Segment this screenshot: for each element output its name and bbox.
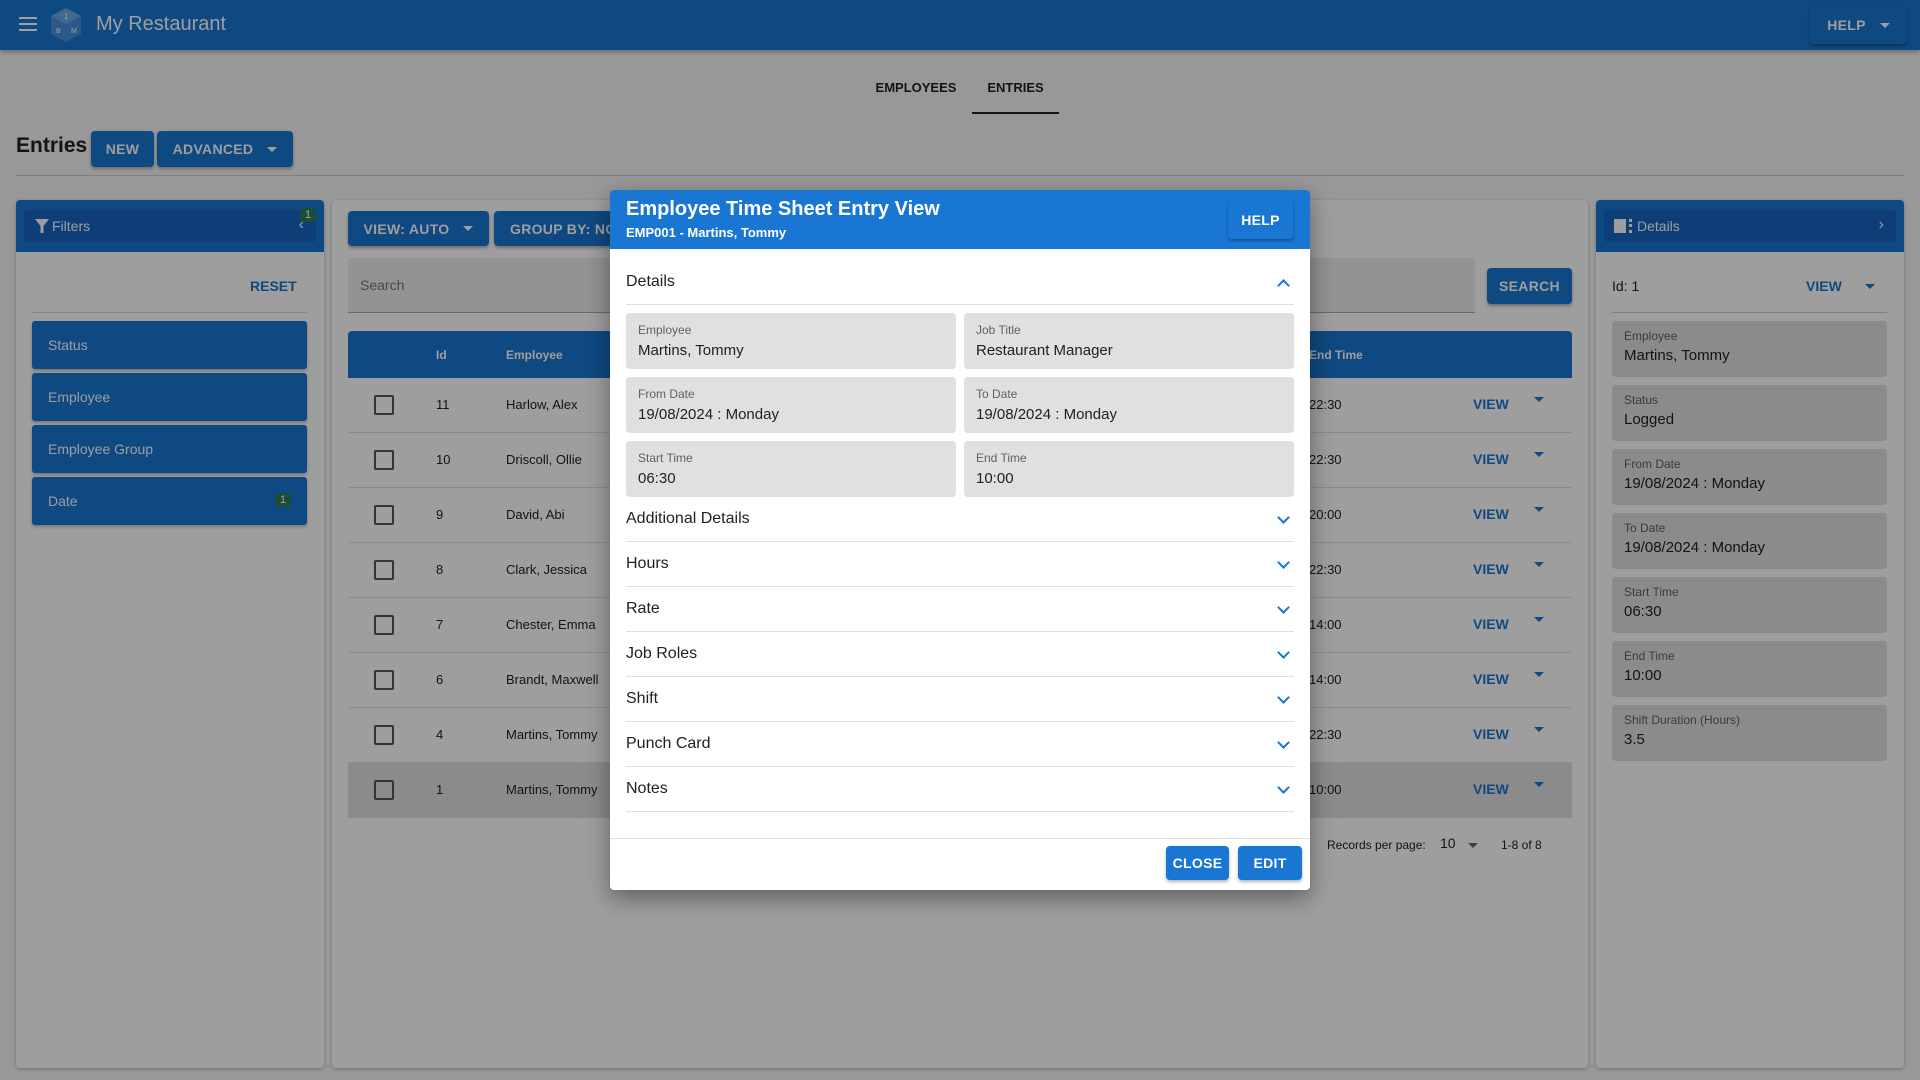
section-header[interactable]: Punch Card [626,722,1294,767]
dialog-field: To Date 19/08/2024 : Monday [964,377,1294,433]
close-button[interactable]: CLOSE [1166,846,1229,880]
section-header[interactable]: Shift [626,677,1294,722]
section-title: Shift [626,690,659,707]
section-title: Job Roles [626,645,698,662]
chevron-down-icon [1277,735,1290,749]
chevron-down-icon [1277,555,1290,569]
field-label: End Time [976,451,1027,465]
chevron-down-icon [1277,780,1290,794]
edit-button[interactable]: EDIT [1238,846,1302,880]
section-title: Notes [626,780,668,797]
field-value: 19/08/2024 : Monday [638,406,779,423]
section-header[interactable]: Notes [626,767,1294,812]
section-title: Hours [626,555,669,572]
chevron-down-icon [1277,600,1290,614]
field-label: Start Time [638,451,693,465]
section-title: Rate [626,600,660,617]
section-title: Additional Details [626,510,750,527]
dialog-field: Job Title Restaurant Manager [964,313,1294,369]
dialog-header: Employee Time Sheet Entry View EMP001 - … [610,190,1310,249]
field-value: 10:00 [976,470,1014,487]
dialog-title: Employee Time Sheet Entry View [626,198,940,220]
field-value: Restaurant Manager [976,342,1113,359]
divider [610,838,1310,839]
field-value: Martins, Tommy [638,342,744,359]
field-value: 06:30 [638,470,676,487]
section-details-header[interactable]: Details [626,260,1294,305]
chevron-down-icon [1277,690,1290,704]
section-header[interactable]: Job Roles [626,632,1294,677]
section-title: Punch Card [626,735,711,752]
field-label: To Date [976,387,1018,401]
chevron-down-icon [1277,645,1290,659]
dialog-field: End Time 10:00 [964,441,1294,497]
dialog-field: Employee Martins, Tommy [626,313,956,369]
dialog-field: From Date 19/08/2024 : Monday [626,377,956,433]
dialog-subtitle: EMP001 - Martins, Tommy [626,225,787,240]
dialog-field: Start Time 06:30 [626,441,956,497]
section-header[interactable]: Hours [626,542,1294,587]
section-header[interactable]: Rate [626,587,1294,632]
field-label: From Date [638,387,695,401]
chevron-down-icon [1277,510,1290,524]
field-label: Job Title [976,323,1021,337]
section-title: Details [626,273,675,290]
dialog-help-button[interactable]: HELP [1228,200,1293,239]
field-label: Employee [638,323,692,337]
field-value: 19/08/2024 : Monday [976,406,1117,423]
chevron-up-icon [1277,278,1290,292]
section-header[interactable]: Additional Details [626,497,1294,542]
